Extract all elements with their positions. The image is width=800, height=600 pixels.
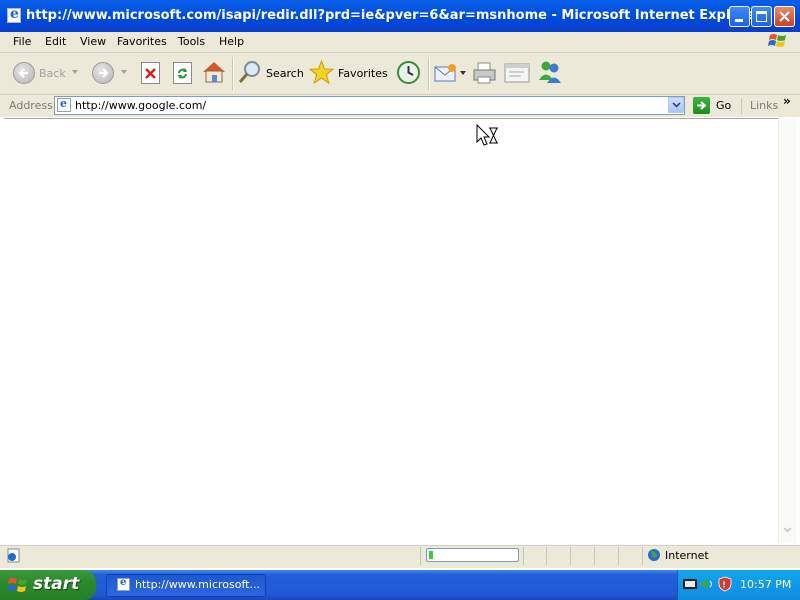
- ie-page-icon[interactable]: [7, 6, 21, 23]
- volume-icon[interactable]: [700, 577, 714, 591]
- back-button[interactable]: Back: [10, 58, 70, 88]
- status-divider: [618, 547, 619, 565]
- forward-arrow-icon: [99, 68, 109, 78]
- favorites-button[interactable]: Favorites: [309, 59, 389, 87]
- network-icon[interactable]: [683, 577, 697, 591]
- toolbar-separator: [741, 98, 742, 114]
- toolbar-separator: [232, 57, 234, 90]
- windows-logo-icon: [8, 578, 27, 592]
- menu-help[interactable]: Help: [219, 35, 244, 48]
- chevron-right-icon[interactable]: »: [783, 94, 791, 108]
- progress-fill: [429, 551, 433, 559]
- clock: 10:57 PM: [740, 578, 792, 591]
- page-status-icon: [6, 548, 21, 563]
- busy-cursor-icon: [476, 124, 498, 146]
- address-label: Address: [9, 99, 53, 112]
- maximize-icon: [756, 11, 767, 22]
- progress-bar: [426, 548, 519, 562]
- taskbar-item-label: http://www.microsoft...: [135, 578, 260, 591]
- messenger-button[interactable]: [537, 60, 563, 85]
- back-dropdown-icon[interactable]: [72, 70, 79, 75]
- edit-button[interactable]: [504, 62, 530, 84]
- page-content[interactable]: [4, 118, 778, 544]
- security-zone: Internet: [665, 549, 709, 562]
- menu-view[interactable]: View: [80, 35, 106, 48]
- print-button[interactable]: [472, 61, 497, 85]
- windows-logo-icon: [768, 34, 786, 47]
- address-url[interactable]: http://www.google.com/: [75, 99, 206, 112]
- go-label: Go: [716, 99, 732, 112]
- status-divider: [642, 547, 643, 565]
- refresh-button[interactable]: [173, 62, 192, 84]
- mail-dropdown-icon[interactable]: [460, 71, 467, 76]
- history-button[interactable]: [396, 60, 421, 85]
- star-icon: [309, 60, 334, 85]
- minimize-icon: [735, 19, 743, 22]
- address-dropdown-button[interactable]: [668, 97, 684, 113]
- favorites-label: Favorites: [338, 67, 388, 80]
- ie-page-icon: e: [117, 577, 130, 591]
- vertical-scrollbar[interactable]: [778, 118, 796, 543]
- status-divider: [420, 547, 421, 565]
- status-divider: [594, 547, 595, 565]
- status-divider: [523, 547, 524, 565]
- forward-dropdown-icon[interactable]: [121, 70, 128, 75]
- security-shield-icon[interactable]: !: [718, 576, 732, 592]
- stop-icon: [145, 68, 156, 79]
- close-button[interactable]: [774, 6, 795, 27]
- forward-button[interactable]: [92, 62, 114, 84]
- menu-file[interactable]: File: [13, 35, 31, 48]
- status-divider: [570, 547, 571, 565]
- search-icon: [238, 61, 260, 83]
- start-label: start: [33, 574, 80, 594]
- globe-icon: [648, 549, 660, 561]
- go-arrow-icon: [693, 97, 710, 114]
- scroll-down-icon[interactable]: [783, 527, 792, 533]
- links-label[interactable]: Links: [750, 99, 778, 112]
- back-arrow-icon: [13, 62, 35, 84]
- home-button[interactable]: [201, 59, 227, 85]
- go-button[interactable]: Go: [690, 96, 736, 115]
- close-icon: [779, 11, 790, 22]
- menu-tools[interactable]: Tools: [178, 35, 205, 48]
- maximize-button[interactable]: [751, 6, 772, 27]
- chevron-down-icon: [672, 102, 681, 108]
- svg-text:!: !: [722, 581, 726, 590]
- window-title: http://www.microsoft.com/isapi/redir.dll…: [26, 8, 761, 23]
- status-divider: [546, 547, 547, 565]
- minimize-button[interactable]: [729, 6, 750, 27]
- search-label: Search: [266, 67, 304, 80]
- toolbar-separator: [428, 57, 430, 90]
- back-label: Back: [39, 67, 66, 80]
- refresh-icon: [178, 68, 187, 79]
- mail-button[interactable]: [434, 62, 458, 84]
- menu-edit[interactable]: Edit: [45, 35, 66, 48]
- ie-page-icon: e: [57, 97, 71, 112]
- search-button[interactable]: Search: [238, 59, 304, 87]
- stop-button[interactable]: [141, 62, 160, 84]
- menu-favorites[interactable]: Favorites: [117, 35, 167, 48]
